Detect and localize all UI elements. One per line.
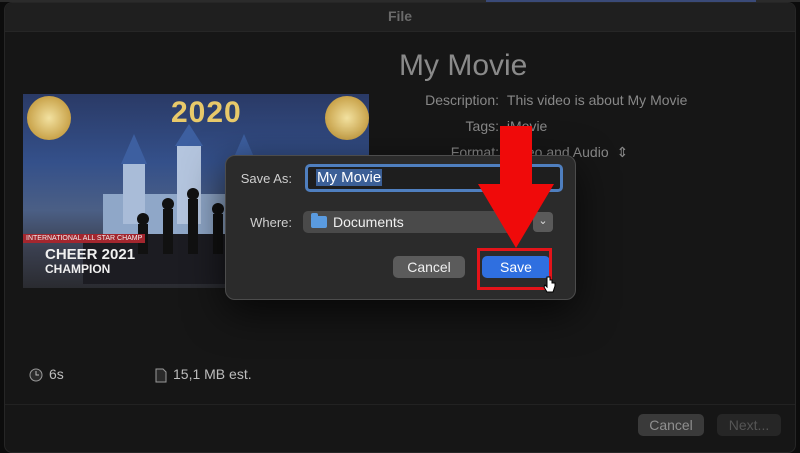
format-stepper-icon[interactable]: ⇕ bbox=[617, 144, 629, 160]
description-value[interactable]: This video is about My Movie bbox=[507, 92, 688, 108]
size-stat: 15,1 MB est. bbox=[155, 366, 252, 383]
thumbnail-champion-line1: CHEER 2021 bbox=[45, 246, 136, 263]
movie-title[interactable]: My Movie bbox=[399, 49, 527, 83]
duration-stat: 6s bbox=[29, 366, 64, 382]
dialog-cancel-button[interactable]: Cancel bbox=[393, 256, 465, 278]
save-as-value[interactable]: My Movie bbox=[316, 169, 383, 186]
size-value: 15,1 MB est. bbox=[173, 366, 252, 382]
thumbnail-champion-line2: CHAMPION bbox=[45, 262, 111, 276]
footer-divider bbox=[5, 404, 795, 405]
uca-logo-right bbox=[325, 96, 369, 140]
save-highlight-box bbox=[477, 248, 552, 290]
folder-icon bbox=[311, 213, 327, 228]
red-arrow-icon bbox=[478, 126, 554, 248]
window-next-button[interactable]: Next... bbox=[717, 414, 781, 436]
mouse-pointer-icon bbox=[543, 276, 556, 293]
window-cancel-button[interactable]: Cancel bbox=[638, 414, 704, 436]
description-label: Description: bbox=[425, 92, 499, 108]
window-title: File bbox=[5, 3, 795, 32]
uca-logo-left bbox=[27, 96, 71, 140]
where-value: Documents bbox=[333, 214, 404, 230]
clock-icon bbox=[29, 368, 43, 382]
document-icon bbox=[155, 368, 167, 383]
description-row: Description: This video is about My Movi… bbox=[411, 92, 687, 108]
where-label: Where: bbox=[250, 215, 292, 230]
save-as-label: Save As: bbox=[240, 171, 292, 186]
thumbnail-year: 2020 bbox=[171, 96, 242, 129]
thumbnail-banner: INTERNATIONAL ALL STAR CHAMP bbox=[23, 234, 146, 243]
duration-value: 6s bbox=[49, 366, 64, 382]
